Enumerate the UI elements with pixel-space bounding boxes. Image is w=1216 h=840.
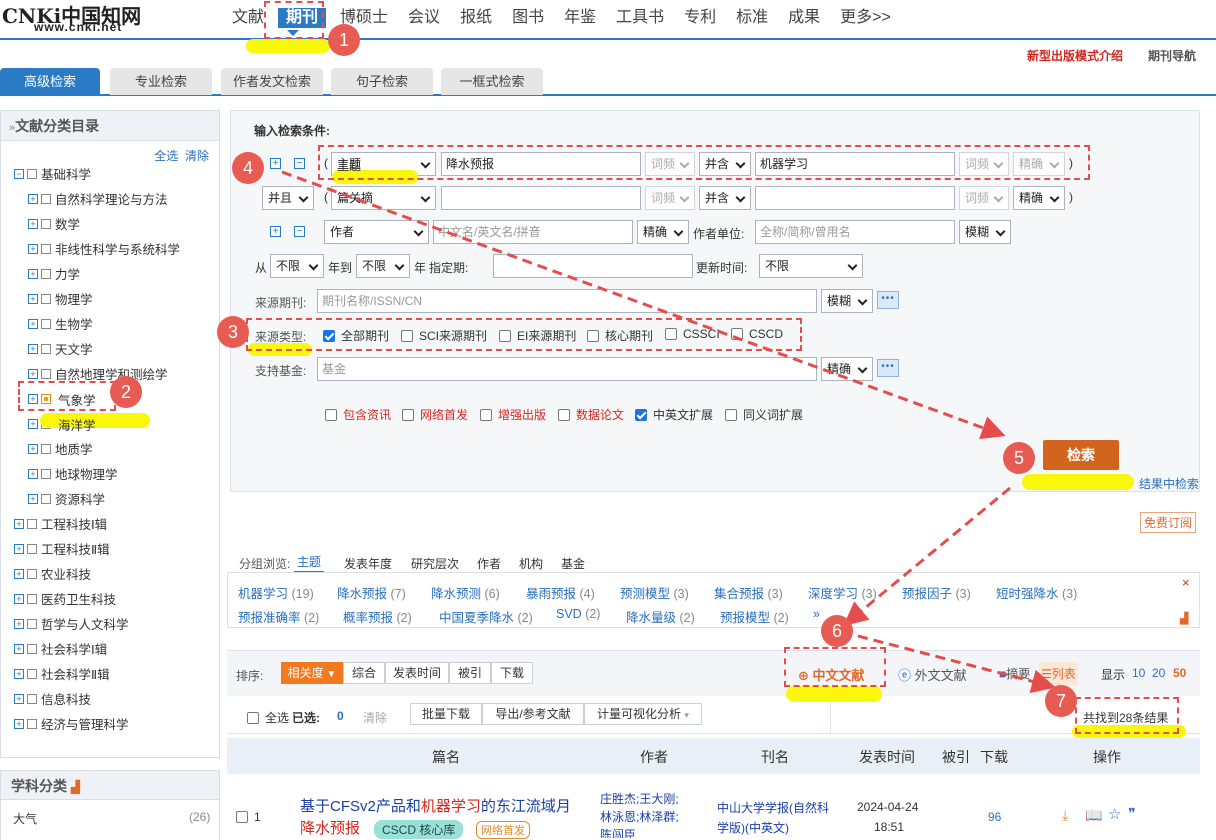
step-7-badge: 7 — [1045, 685, 1077, 717]
arrow-4-to-5 — [281, 170, 1006, 440]
step-2-badge: 2 — [110, 376, 142, 408]
arrow-5-to-6 — [843, 486, 1011, 626]
step-5-badge: 5 — [1003, 442, 1035, 474]
step-6-badge: 6 — [821, 615, 853, 647]
step-1-badge: 1 — [328, 24, 360, 56]
annotation-arrows — [281, 170, 1056, 694]
step-3-badge: 3 — [217, 316, 249, 348]
step-4-badge: 4 — [232, 152, 264, 184]
arrow-6-to-7 — [857, 634, 1056, 694]
